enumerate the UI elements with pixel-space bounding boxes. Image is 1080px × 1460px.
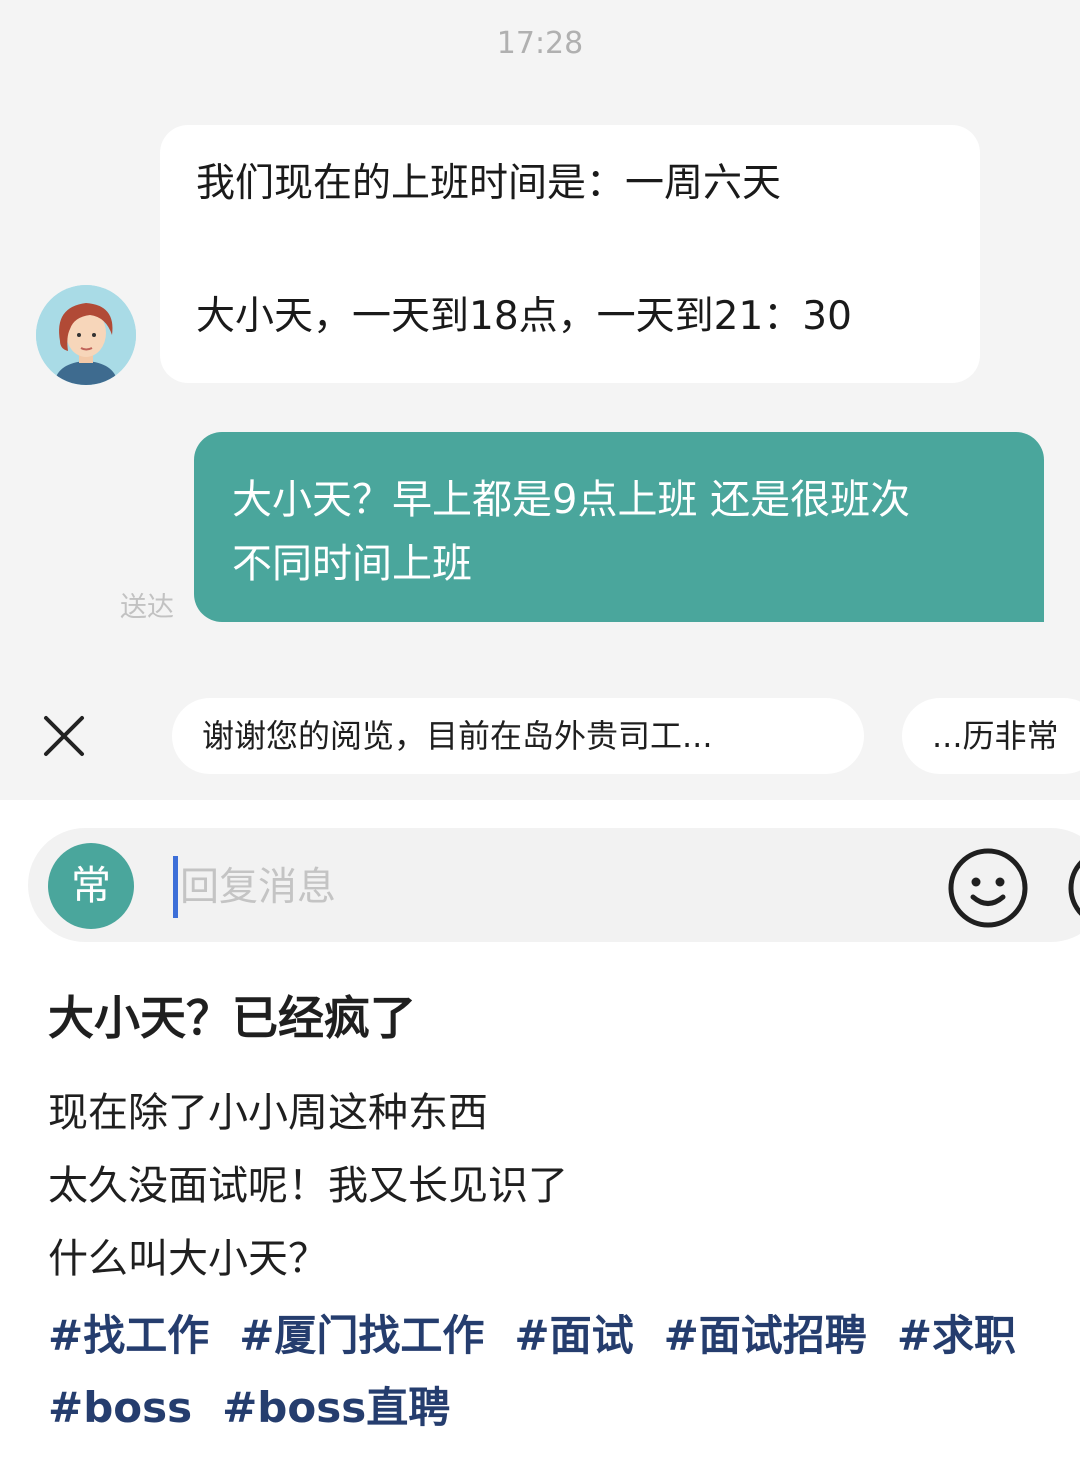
- avatar[interactable]: [36, 285, 136, 385]
- avatar-illustration: [36, 285, 136, 385]
- post-body-line: 太久没面试呢！我又长见识了: [48, 1163, 568, 1209]
- hashtag-link[interactable]: #求职: [897, 1311, 1016, 1360]
- hashtag-link[interactable]: #找工作: [48, 1311, 209, 1360]
- hashtag-link[interactable]: #面试招聘: [664, 1311, 867, 1360]
- post-tags: #找工作 #厦门找工作 #面试 #面试招聘 #求职 #boss #boss直聘: [48, 1300, 1048, 1444]
- more-icon[interactable]: [1066, 846, 1080, 930]
- text-cursor: [173, 856, 178, 918]
- close-icon[interactable]: [40, 712, 88, 760]
- quick-reply-button[interactable]: 常: [48, 843, 134, 929]
- incoming-message-line: 我们现在的上班时间是：一周六天: [196, 161, 782, 206]
- hashtag-link[interactable]: #boss: [48, 1383, 192, 1432]
- outgoing-message-line: 不同时间上班: [232, 541, 472, 587]
- incoming-message-bubble[interactable]: 我们现在的上班时间是：一周六天 大小天，一天到18点，一天到21：30: [160, 125, 980, 383]
- post-title: 大小天？已经疯了: [48, 991, 416, 1045]
- chat-area: [0, 0, 1080, 800]
- post-body-line: 现在除了小小周这种东西: [48, 1090, 488, 1136]
- hashtag-link[interactable]: #boss直聘: [222, 1383, 450, 1432]
- message-timestamp: 17:28: [496, 26, 584, 61]
- hashtag-link[interactable]: #面试: [514, 1311, 633, 1360]
- outgoing-message-line: 大小天？早上都是9点上班 还是很班次: [232, 477, 911, 523]
- suggested-reply-chip[interactable]: 谢谢您的阅览，目前在岛外贵司工...: [172, 698, 864, 774]
- delivery-status: 送达: [120, 592, 174, 623]
- hashtag-link[interactable]: #厦门找工作: [239, 1311, 484, 1360]
- emoji-icon[interactable]: [946, 846, 1030, 930]
- post-body-line: 什么叫大小天？: [48, 1236, 328, 1282]
- incoming-message-line: 大小天，一天到18点，一天到21：30: [196, 294, 852, 339]
- reply-input[interactable]: [180, 856, 920, 918]
- suggested-reply-chip[interactable]: ...历非常: [902, 698, 1080, 774]
- outgoing-message-bubble[interactable]: 大小天？早上都是9点上班 还是很班次 不同时间上班: [194, 432, 1044, 622]
